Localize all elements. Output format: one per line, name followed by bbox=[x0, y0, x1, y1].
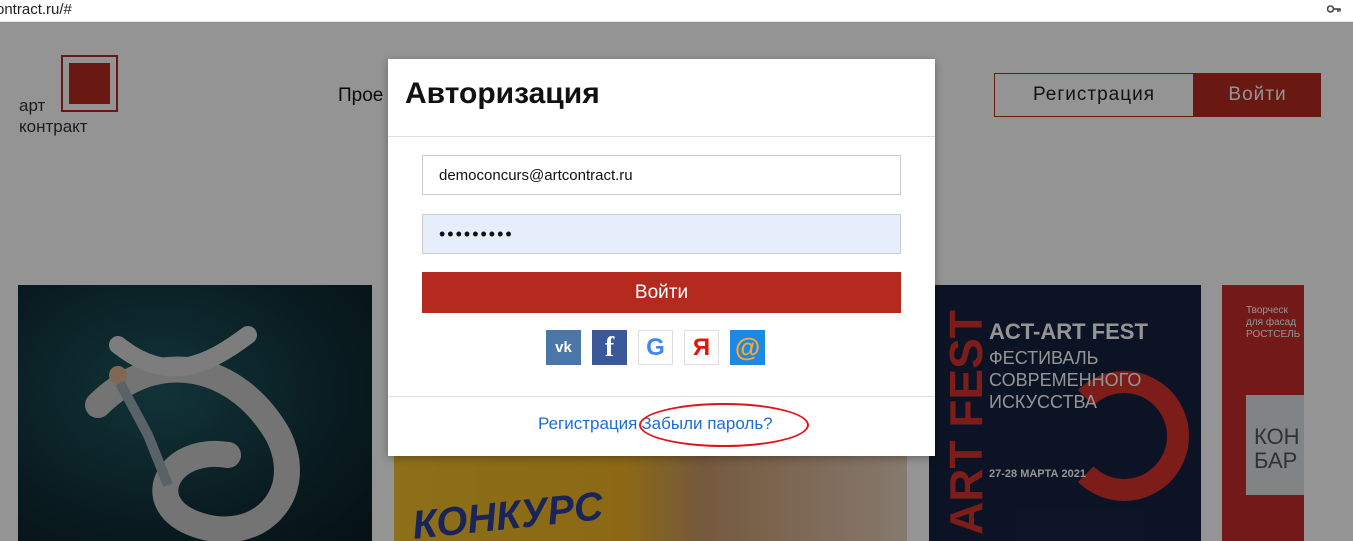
key-icon[interactable] bbox=[1327, 4, 1341, 14]
modal-divider-top bbox=[388, 136, 935, 137]
mail-login-icon[interactable]: @ bbox=[730, 330, 765, 365]
google-login-icon[interactable]: G bbox=[638, 330, 673, 365]
login-modal: Авторизация democoncurs@artcontract.ru •… bbox=[388, 59, 935, 456]
facebook-login-icon[interactable]: f bbox=[592, 330, 627, 365]
password-field[interactable]: ••••••••• bbox=[422, 214, 901, 254]
email-field[interactable]: democoncurs@artcontract.ru bbox=[422, 155, 901, 195]
modal-divider-bottom bbox=[388, 396, 935, 397]
vk-login-icon[interactable]: vk bbox=[546, 330, 581, 365]
highlight-ellipse bbox=[639, 403, 809, 447]
browser-address-bar[interactable]: ontract.ru/# bbox=[0, 0, 1353, 22]
url-text[interactable]: ontract.ru/# bbox=[0, 1, 72, 18]
submit-login-button[interactable]: Войти bbox=[422, 272, 901, 313]
modal-title: Авторизация bbox=[405, 77, 600, 110]
yandex-login-icon[interactable]: Я bbox=[684, 330, 719, 365]
social-login-row: vk f G Я @ bbox=[546, 330, 765, 365]
stage: ontract.ru/# арт контракт Прое Регистрац… bbox=[0, 0, 1353, 541]
register-link[interactable]: Регистрация bbox=[538, 414, 637, 433]
